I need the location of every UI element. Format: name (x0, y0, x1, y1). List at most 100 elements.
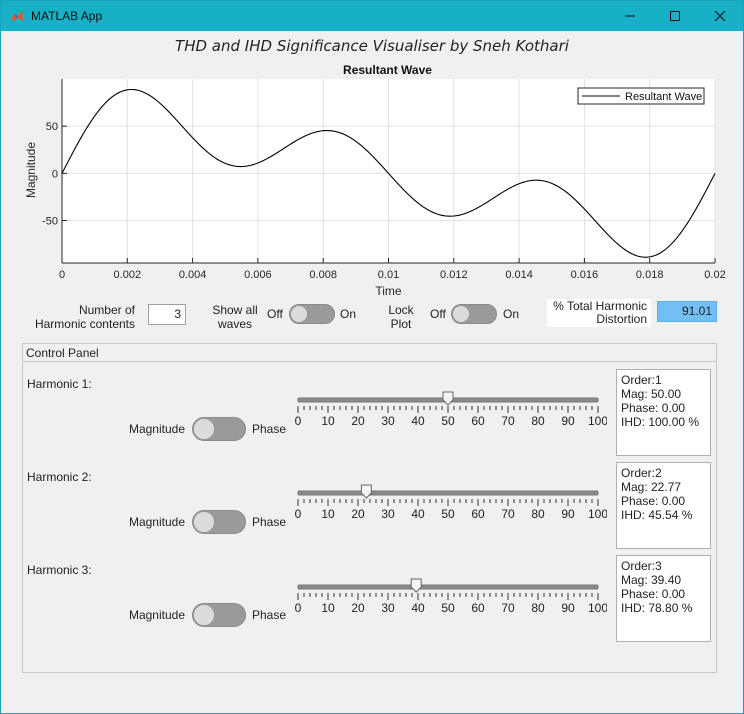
show-all-switch[interactable] (289, 304, 335, 324)
slider-tick-label: 0 (295, 507, 302, 521)
slider-tick-label: 30 (381, 414, 395, 428)
harmonic-3-info-box: Order:3 Mag: 39.40 Phase: 0.00 IHD: 78.8… (616, 555, 711, 642)
slider-tick-label: 0 (295, 414, 302, 428)
num-harmonics-field[interactable]: 3 (148, 304, 186, 325)
info-mag: Mag: 39.40 (621, 573, 682, 587)
harmonic-3-label: Harmonic 3: (27, 563, 92, 577)
slider-tick-label: 90 (561, 414, 575, 428)
harmonic-2-label: Harmonic 2: (27, 470, 92, 484)
y-tick-label: -50 (42, 216, 58, 228)
slider-tick-label: 10 (321, 601, 335, 615)
title-bar: MATLAB App (1, 1, 743, 31)
switch-knob (193, 604, 215, 626)
thd-label: % Total Harmonic Distortion (547, 299, 651, 327)
x-tick-label: 0.018 (636, 269, 664, 281)
info-order: Order:1 (621, 373, 662, 387)
slider-thumb (410, 578, 422, 593)
lock-plot-switch[interactable] (451, 304, 497, 324)
app-title: THD and IHD Significance Visualiser by S… (175, 37, 569, 55)
info-mag: Mag: 50.00 (621, 387, 682, 401)
info-ihd: IHD: 45.54 % (621, 508, 693, 522)
slider-tick-label: 60 (471, 507, 485, 521)
legend-label: Resultant Wave (625, 91, 702, 103)
lock-plot-label: Lock Plot (388, 303, 414, 331)
switch-knob (193, 418, 215, 440)
slider-tick-label: 90 (561, 601, 575, 615)
show-all-off-label: Off (267, 307, 283, 321)
info-phase: Phase: 0.00 (621, 494, 686, 508)
maximize-button[interactable] (652, 1, 698, 31)
harmonic-2-slider[interactable]: 0 10 20 30 40 50 60 70 80 90 100 (287, 482, 607, 526)
x-tick-label: 0.014 (505, 269, 533, 281)
slider-tick-label: 60 (471, 601, 485, 615)
harmonic-1-mag-phase-switch[interactable] (192, 417, 246, 441)
slider-track (297, 490, 599, 496)
slider-tick-label: 70 (501, 414, 515, 428)
harmonic-1-slider[interactable]: 0 10 20 30 40 50 60 70 80 90 100 (287, 389, 607, 433)
app-window: MATLAB App THD and IHD Significance Visu… (0, 0, 744, 714)
y-tick-label: 0 (52, 168, 58, 180)
harmonic-2-magnitude-label: Magnitude (128, 515, 185, 529)
slider-tick-label: 30 (381, 601, 395, 615)
slider-tick-label: 70 (501, 507, 515, 521)
switch-knob (193, 511, 215, 533)
x-tick-label: 0.01 (378, 269, 399, 281)
x-tick-label: 0.002 (114, 269, 142, 281)
harmonic-1-phase-label: Phase (252, 422, 287, 436)
harmonic-1-info-box: Order:1 Mag: 50.00 Phase: 0.00 IHD: 100.… (616, 369, 711, 456)
info-order: Order:3 (621, 559, 662, 573)
x-tick-label: 0.016 (571, 269, 599, 281)
info-mag: Mag: 22.77 (621, 480, 682, 494)
harmonic-3-slider[interactable]: 0 10 20 30 40 50 60 70 80 90 100 (287, 576, 607, 620)
x-tick-label: 0.02 (704, 269, 725, 281)
x-tick-label: 0.012 (440, 269, 468, 281)
harmonic-3-magnitude-label: Magnitude (128, 608, 185, 622)
x-tick-label: 0.006 (244, 269, 272, 281)
resultant-wave-chart[interactable]: 0 0.002 0.004 0.006 0.008 0.01 0.012 0.014 0.016… (1, 61, 743, 301)
harmonic-3-mag-phase-switch[interactable] (192, 603, 246, 627)
info-ihd: IHD: 100.00 % (621, 415, 700, 429)
harmonic-2-mag-phase-switch[interactable] (192, 510, 246, 534)
control-panel-title: Control Panel (23, 344, 716, 362)
num-harmonics-label: Number of Harmonic contents (34, 303, 135, 331)
slider-track (297, 584, 599, 590)
harmonic-1-magnitude-label: Magnitude (128, 422, 185, 436)
show-all-on-label: On (340, 307, 357, 321)
slider-tick-label: 40 (411, 414, 425, 428)
harmonic-3-phase-label: Phase (252, 608, 287, 622)
slider-tick-label: 40 (411, 601, 425, 615)
harmonic-1-label: Harmonic 1: (27, 377, 92, 391)
close-icon (714, 10, 726, 22)
info-phase: Phase: 0.00 (621, 587, 686, 601)
minimize-icon (625, 15, 635, 17)
slider-thumb (442, 391, 454, 406)
switch-knob (452, 305, 470, 323)
lock-on-label: On (503, 307, 520, 321)
matlab-logo-icon (11, 10, 23, 21)
maximize-icon (670, 11, 680, 21)
harmonic-2-info-box: Order:2 Mag: 22.77 Phase: 0.00 IHD: 45.5… (616, 462, 711, 549)
x-axis-label: Time (375, 284, 402, 298)
slider-tick-label: 80 (531, 601, 545, 615)
lock-off-label: Off (430, 307, 446, 321)
slider-tick-label: 100 (588, 414, 607, 428)
chart-title: Resultant Wave (343, 63, 432, 77)
slider-tick-label: 50 (441, 601, 455, 615)
slider-tick-label: 10 (321, 414, 335, 428)
slider-tick-label: 50 (441, 507, 455, 521)
slider-tick-label: 80 (531, 507, 545, 521)
slider-tick-label: 20 (351, 601, 365, 615)
slider-tick-label: 20 (351, 507, 365, 521)
y-axis-label: Magnitude (24, 142, 38, 198)
x-tick-label: 0.004 (179, 269, 207, 281)
window-title: MATLAB App (31, 9, 103, 23)
slider-tick-label: 70 (501, 601, 515, 615)
slider-tick-label: 50 (441, 414, 455, 428)
slider-tick-label: 10 (321, 507, 335, 521)
slider-tick-label: 30 (381, 507, 395, 521)
slider-tick-label: 80 (531, 414, 545, 428)
harmonic-2-phase-label: Phase (252, 515, 287, 529)
close-button[interactable] (697, 1, 743, 31)
minimize-button[interactable] (607, 1, 653, 31)
switch-knob (290, 305, 308, 323)
